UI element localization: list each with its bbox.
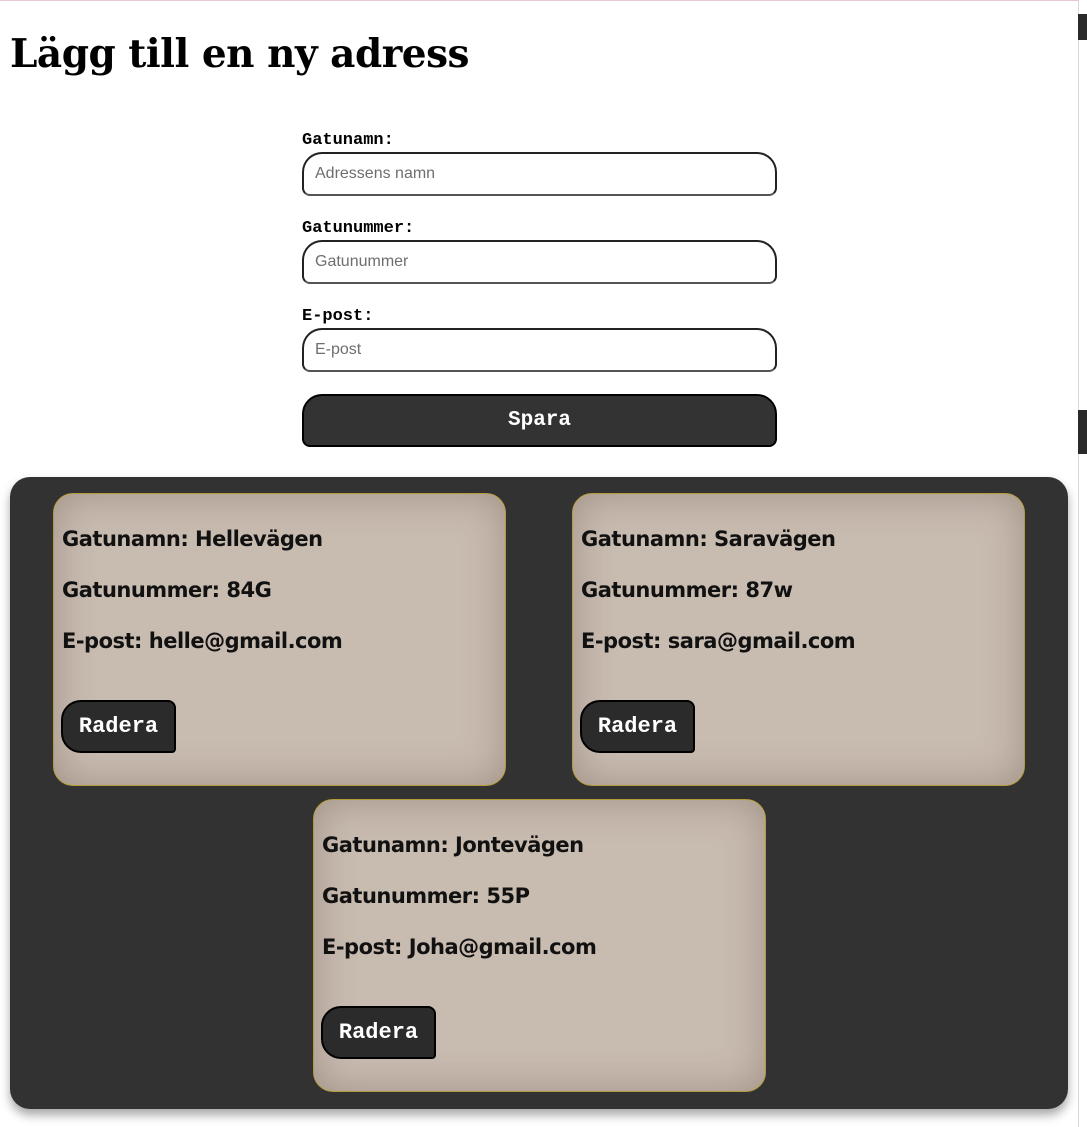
delete-button[interactable]: Radera [580, 700, 695, 753]
street-name-text: Gatunamn: Hellevägen [62, 527, 323, 551]
page-title: Lägg till en ny adress [10, 31, 470, 77]
address-list: Gatunamn: Hellevägen Gatunummer: 84G E-p… [10, 477, 1068, 1109]
scrollbar-area[interactable] [1078, 0, 1087, 1127]
save-button[interactable]: Spara [302, 394, 777, 447]
street-name-label: Gatunamn: [302, 131, 394, 150]
street-number-text: Gatunummer: 55P [322, 884, 530, 908]
scrollbar-mark [1078, 14, 1087, 40]
delete-button[interactable]: Radera [321, 1006, 436, 1059]
street-name-input[interactable] [302, 152, 777, 196]
street-number-label: Gatunummer: [302, 219, 415, 238]
street-name-text: Gatunamn: Jontevägen [322, 833, 584, 857]
address-card: Gatunamn: Saravägen Gatunummer: 87w E-po… [572, 493, 1025, 786]
email-text: E-post: sara@gmail.com [581, 629, 856, 653]
email-input[interactable] [302, 328, 777, 372]
email-text: E-post: helle@gmail.com [62, 629, 343, 653]
scrollbar-mark [1078, 410, 1087, 454]
street-name-text: Gatunamn: Saravägen [581, 527, 836, 551]
street-number-text: Gatunummer: 84G [62, 578, 272, 602]
email-label: E-post: [302, 307, 374, 326]
add-address-form: Gatunamn: Gatunummer: E-post: Spara [302, 130, 777, 447]
street-number-text: Gatunummer: 87w [581, 578, 793, 602]
delete-button[interactable]: Radera [61, 700, 176, 753]
address-card: Gatunamn: Hellevägen Gatunummer: 84G E-p… [53, 493, 506, 786]
street-number-input[interactable] [302, 240, 777, 284]
address-card: Gatunamn: Jontevägen Gatunummer: 55P E-p… [313, 799, 766, 1092]
top-divider [0, 0, 1078, 1]
email-text: E-post: Joha@gmail.com [322, 935, 597, 959]
